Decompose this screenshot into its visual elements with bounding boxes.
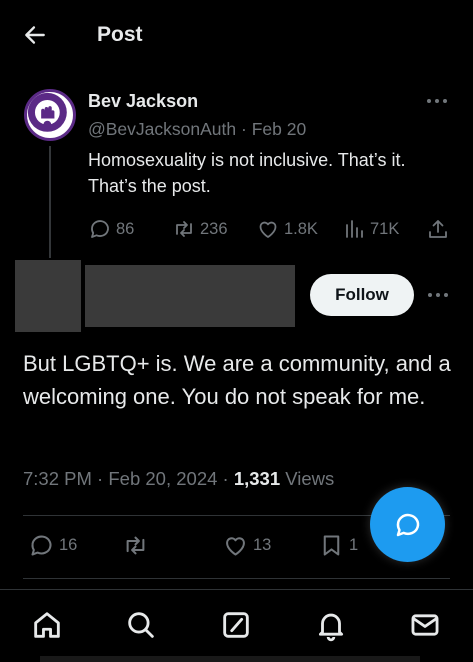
thread-connector-line <box>49 146 51 258</box>
meta-separator: · <box>241 119 247 139</box>
post-timestamp: 7:32 PM · Feb 20, 2024 · 1,331 Views <box>23 468 334 490</box>
reply-button[interactable]: 16 <box>28 532 77 558</box>
redacted-author-info <box>85 265 295 327</box>
post-date[interactable]: Feb 20 <box>252 119 306 139</box>
compose-reply-button[interactable] <box>370 487 445 562</box>
nav-search[interactable] <box>124 608 158 642</box>
heart-icon <box>226 536 245 556</box>
views-count: 71K <box>370 219 400 238</box>
meta-separator: · <box>222 468 229 489</box>
reply-icon <box>31 535 52 556</box>
nav-grok[interactable] <box>219 608 253 642</box>
share-button[interactable] <box>426 216 454 242</box>
like-count: 1.8K <box>284 219 318 238</box>
reply-icon <box>91 220 109 238</box>
bottom-navigation <box>0 589 473 662</box>
heart-icon <box>259 221 277 238</box>
like-button[interactable]: 1.8K <box>256 216 318 242</box>
messages-icon <box>411 614 439 636</box>
post-full-date[interactable]: Feb 20, 2024 <box>108 468 217 489</box>
redacted-avatar <box>15 260 81 332</box>
bookmark-icon <box>323 534 340 556</box>
author-meta: @BevJacksonAuth · Feb 20 <box>88 119 306 140</box>
author-name[interactable]: Bev Jackson <box>88 91 198 112</box>
reply-button[interactable]: 86 <box>88 216 134 242</box>
home-icon <box>34 612 60 638</box>
more-options-icon[interactable] <box>424 93 450 109</box>
nav-notifications[interactable] <box>314 608 348 642</box>
bookmark-button[interactable]: 1 <box>318 532 358 558</box>
nav-home[interactable] <box>30 608 64 642</box>
bookmark-count: 1 <box>349 535 359 554</box>
author-avatar[interactable] <box>24 89 76 141</box>
repost-icon <box>176 221 192 237</box>
notifications-icon <box>318 613 344 642</box>
more-options-icon[interactable] <box>425 287 451 303</box>
repost-button[interactable] <box>122 532 153 558</box>
like-count: 13 <box>253 535 272 554</box>
views-label: Views <box>285 468 335 489</box>
compose-reply-icon <box>396 513 419 536</box>
repost-count: 236 <box>200 219 228 238</box>
reply-post-text: But LGBTQ+ is. We are a community, and a… <box>23 351 451 409</box>
search-icon <box>128 612 154 638</box>
partially-visible-content <box>40 656 420 662</box>
reply-count: 16 <box>59 535 78 554</box>
top-bar: Post <box>0 0 473 70</box>
author-handle[interactable]: @BevJacksonAuth <box>88 119 236 139</box>
divider <box>23 578 450 579</box>
analytics-icon <box>346 220 363 238</box>
grok-icon <box>223 612 249 638</box>
quoted-post-text: Homosexuality is not inclusive. That’s i… <box>88 150 406 196</box>
share-icon <box>429 220 447 238</box>
nav-messages[interactable] <box>408 608 442 642</box>
views-button[interactable]: 71K <box>342 216 399 242</box>
repost-button[interactable]: 236 <box>172 216 228 242</box>
like-button[interactable]: 13 <box>222 532 271 558</box>
quoted-post-actions: 86 236 1.8K 71K <box>86 216 456 242</box>
post-time[interactable]: 7:32 PM <box>23 468 92 489</box>
repost-icon <box>126 536 145 554</box>
meta-separator: · <box>97 468 104 489</box>
views-count: 1,331 <box>233 468 281 489</box>
back-arrow-icon[interactable] <box>22 22 48 48</box>
reply-count: 86 <box>116 219 135 238</box>
page-title: Post <box>97 23 143 46</box>
follow-button[interactable]: Follow <box>310 274 414 316</box>
